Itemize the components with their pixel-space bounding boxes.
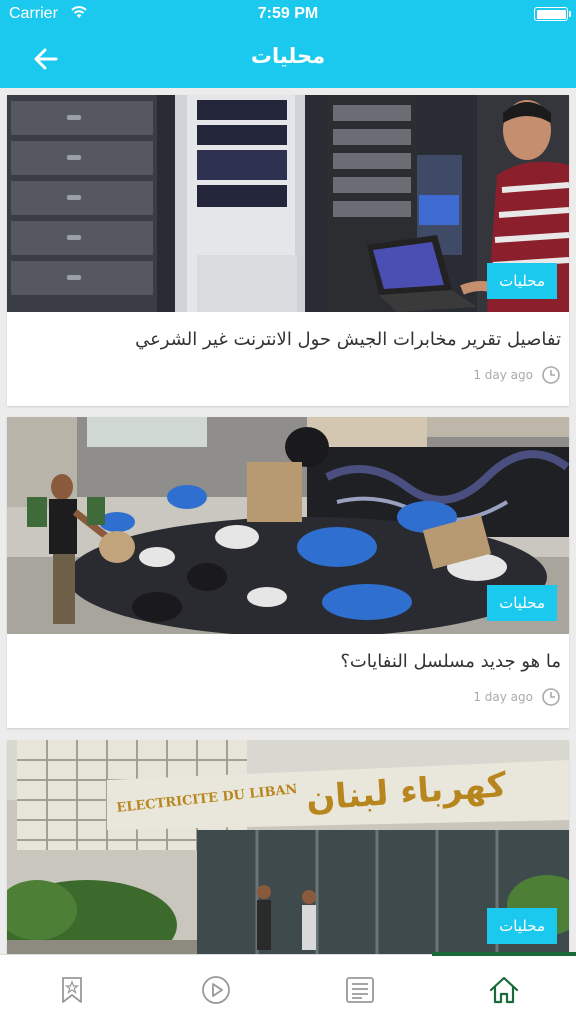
tab-bar (0, 952, 576, 1024)
nav-bar: محليات (0, 30, 576, 88)
tab-home[interactable] (432, 955, 576, 1024)
article-title[interactable]: ما هو جديد مسلسل النفايات؟ (340, 651, 561, 672)
article-meta: 1 day ago (473, 365, 561, 385)
clock-icon (542, 688, 560, 706)
tab-news[interactable] (288, 955, 432, 1024)
article-card[interactable]: ELECTRICITE DU LIBAN كهرباء لبنان محليات (7, 740, 569, 957)
article-time: 1 day ago (473, 368, 533, 382)
clock-icon (542, 366, 560, 384)
battery-icon (534, 7, 571, 21)
article-time: 1 day ago (473, 690, 533, 704)
article-card[interactable]: محليات ما هو جديد مسلسل النفايات؟ 1 day … (7, 417, 569, 728)
page-title: محليات (250, 44, 326, 68)
news-icon[interactable] (345, 976, 375, 1004)
article-card[interactable]: محليات تفاصيل تقرير مخابرات الجيش حول ال… (7, 95, 569, 406)
status-time: 7:59 PM (257, 5, 319, 22)
category-badge[interactable]: محليات (487, 263, 557, 299)
status-bar: Carrier 7:59 PM (0, 0, 576, 30)
article-meta: 1 day ago (473, 687, 561, 707)
article-image[interactable]: محليات (7, 417, 569, 634)
article-title[interactable]: تفاصيل تقرير مخابرات الجيش حول الانترنت … (135, 329, 561, 350)
article-image[interactable]: محليات (7, 95, 569, 312)
category-badge[interactable]: محليات (487, 908, 557, 944)
tab-videos[interactable] (144, 955, 288, 1024)
play-icon[interactable] (201, 975, 231, 1005)
home-icon[interactable] (488, 975, 520, 1005)
bookmark-icon[interactable] (60, 976, 84, 1004)
article-image[interactable]: ELECTRICITE DU LIBAN كهرباء لبنان محليات (7, 740, 569, 957)
tab-bookmarks[interactable] (0, 955, 144, 1024)
category-badge[interactable]: محليات (487, 585, 557, 621)
